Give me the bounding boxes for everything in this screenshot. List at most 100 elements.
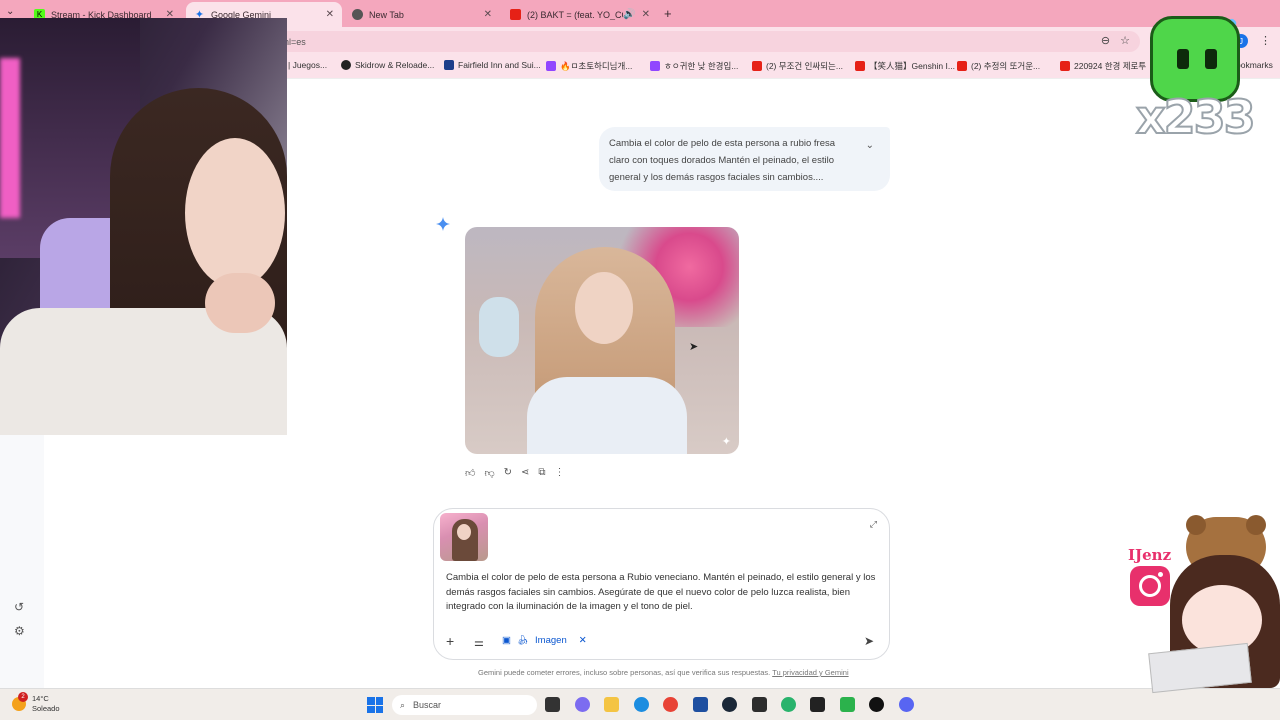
- youtube-icon: [855, 61, 865, 71]
- close-icon[interactable]: ✕: [326, 9, 334, 20]
- bookmark-item[interactable]: | Juegos...: [288, 60, 327, 70]
- disclaimer: Gemini puede cometer errores, incluso so…: [478, 668, 849, 677]
- bookmark-label: (2) 추정의 또거운...: [971, 61, 1041, 71]
- eye: [1177, 49, 1189, 69]
- bookmark-label: 🔥ㅁ초토하디님개...: [560, 61, 633, 71]
- pink-light: [0, 58, 20, 218]
- more-options-icon[interactable]: ⋮: [555, 467, 565, 479]
- bookmark-label: (2) 무조건 인싸되는...: [766, 61, 843, 71]
- sparkle-watermark-icon: ✦: [721, 436, 731, 448]
- bookmark-label: 【笑人猫】Genshin I...: [869, 61, 955, 71]
- skidrow-icon: [341, 60, 351, 70]
- bookmark-item[interactable]: Skidrow & Reloade...: [341, 60, 434, 70]
- twitch-icon: [650, 61, 660, 71]
- discord-icon[interactable]: [899, 697, 914, 712]
- user-message-text: Cambia el color de pelo de esta persona …: [609, 138, 836, 183]
- sun-icon: 2: [12, 692, 28, 711]
- twitch-icon: [546, 61, 556, 71]
- address-bar[interactable]: hl=es ⊖ ☆: [270, 31, 1140, 52]
- fom-icon[interactable]: [840, 697, 855, 712]
- zoom-icon[interactable]: ⊖: [1101, 34, 1110, 47]
- plush-toy: [479, 297, 519, 357]
- face: [575, 272, 633, 344]
- close-icon[interactable]: ✕: [642, 9, 650, 20]
- privacy-link[interactable]: Tu privacidad y Gemini: [772, 668, 848, 677]
- tab-label: New Tab: [369, 9, 404, 20]
- generated-image[interactable]: ➤ ✦: [465, 227, 739, 454]
- chip-label: Imagen: [535, 635, 567, 646]
- copy-icon[interactable]: ⧉: [538, 467, 545, 479]
- steam-icon[interactable]: [722, 697, 737, 712]
- history-icon[interactable]: ↺: [14, 600, 24, 614]
- copilot-icon[interactable]: [575, 697, 590, 712]
- notification-badge: 2: [18, 692, 28, 702]
- image-tool-chip[interactable]: ▣ 🍌︎ Imagen ✕: [502, 635, 587, 646]
- gemini-spark-icon: [436, 217, 450, 231]
- eye: [1205, 49, 1217, 69]
- image-tool-icon: ▣: [502, 635, 511, 646]
- windows-taskbar: 2 14°C Soleado ⌕ Buscar: [0, 688, 1280, 720]
- obs-icon[interactable]: [869, 697, 884, 712]
- bookmark-item[interactable]: Fairfield Inn and Sui...: [444, 60, 541, 70]
- webcam-overlay: [0, 18, 287, 435]
- terminal-icon[interactable]: [752, 697, 767, 712]
- search-icon: ⌕: [400, 699, 406, 710]
- bookmark-item[interactable]: 🔥ㅁ초토하디님개...: [546, 60, 632, 72]
- weather-widget[interactable]: 2 14°C Soleado: [12, 692, 60, 714]
- chrome-profile-icon[interactable]: [781, 697, 796, 712]
- bookmark-star-icon[interactable]: ☆: [1120, 34, 1130, 47]
- settings-gear-icon[interactable]: ⚙: [14, 624, 25, 638]
- bookmark-label: Fairfield Inn and Sui...: [458, 60, 541, 70]
- tools-icon[interactable]: ⚌: [474, 636, 484, 649]
- tab-label: (2) BAKT = (feat. YO_CO)(C: [527, 9, 623, 20]
- bookmark-item[interactable]: (2) 무조건 인싸되는...: [752, 60, 843, 72]
- edge-icon[interactable]: [634, 697, 649, 712]
- tab-youtube[interactable]: (2) BAKT = (feat. YO_CO)(C 🔊 ✕: [502, 2, 658, 27]
- tab-search-icon[interactable]: ⌄: [6, 6, 14, 17]
- mouse-cursor-icon: ➤: [689, 341, 699, 353]
- chevron-down-icon[interactable]: ⌄: [866, 137, 874, 154]
- new-tab-button[interactable]: +: [664, 6, 672, 21]
- tab-newtab[interactable]: New Tab ✕: [344, 2, 500, 27]
- prompt-composer[interactable]: ⤢ Cambia el color de pelo de esta person…: [433, 508, 890, 660]
- add-icon[interactable]: +: [446, 633, 454, 649]
- share-icon[interactable]: ⋖: [521, 467, 529, 479]
- send-icon[interactable]: ➤: [864, 634, 874, 648]
- combo-counter-overlay: x233: [1130, 10, 1280, 155]
- close-icon[interactable]: ✕: [484, 9, 492, 20]
- file-explorer-icon[interactable]: [604, 697, 619, 712]
- prompt-input[interactable]: Cambia el color de pelo de esta persona …: [446, 571, 876, 615]
- streamer-face: [185, 138, 285, 288]
- streamer-hand: [205, 273, 275, 333]
- thumb-face: [457, 524, 471, 540]
- bookmark-item[interactable]: ㅎㅇ귀한 낮 한경입...: [650, 60, 738, 72]
- attached-image-thumbnail[interactable]: [440, 513, 488, 561]
- disclaimer-text: Gemini puede cometer errores, incluso so…: [478, 668, 771, 677]
- chrome-icon[interactable]: [663, 697, 678, 712]
- bookmark-item[interactable]: (2) 추정의 또거운...: [957, 60, 1040, 72]
- combo-count: x233: [1135, 89, 1257, 145]
- speaker-icon[interactable]: 🔊: [623, 9, 635, 20]
- weather-condition: Soleado: [32, 704, 60, 713]
- expand-icon[interactable]: ⤢: [870, 519, 877, 530]
- youtube-icon: [752, 61, 762, 71]
- bookmark-item[interactable]: 【笑人猫】Genshin I...: [855, 60, 955, 72]
- search-placeholder: Buscar: [413, 700, 442, 710]
- regenerate-icon[interactable]: ↻: [504, 467, 512, 479]
- bookmark-label: | Juegos...: [288, 60, 328, 70]
- temperature: 14°C: [32, 694, 49, 703]
- taskbar-search[interactable]: ⌕ Buscar: [392, 695, 537, 715]
- bear-ear: [1186, 515, 1206, 535]
- user-message-bubble: Cambia el color de pelo de esta persona …: [599, 127, 890, 191]
- youtube-icon: [1060, 61, 1070, 71]
- response-actions: 👍︎ 👎︎ ↻ ⋖ ⧉ ⋮: [465, 467, 565, 479]
- epic-games-icon[interactable]: [810, 697, 825, 712]
- close-icon[interactable]: ✕: [579, 635, 587, 646]
- vtuber-avatar-overlay: [1148, 515, 1280, 694]
- thumbs-down-icon[interactable]: 👎︎: [484, 467, 494, 479]
- task-view-icon[interactable]: [545, 697, 560, 712]
- thumbs-up-icon[interactable]: 👍︎: [465, 467, 475, 479]
- store-icon[interactable]: [693, 697, 708, 712]
- chrome-icon: [352, 9, 363, 20]
- start-button[interactable]: [367, 697, 383, 713]
